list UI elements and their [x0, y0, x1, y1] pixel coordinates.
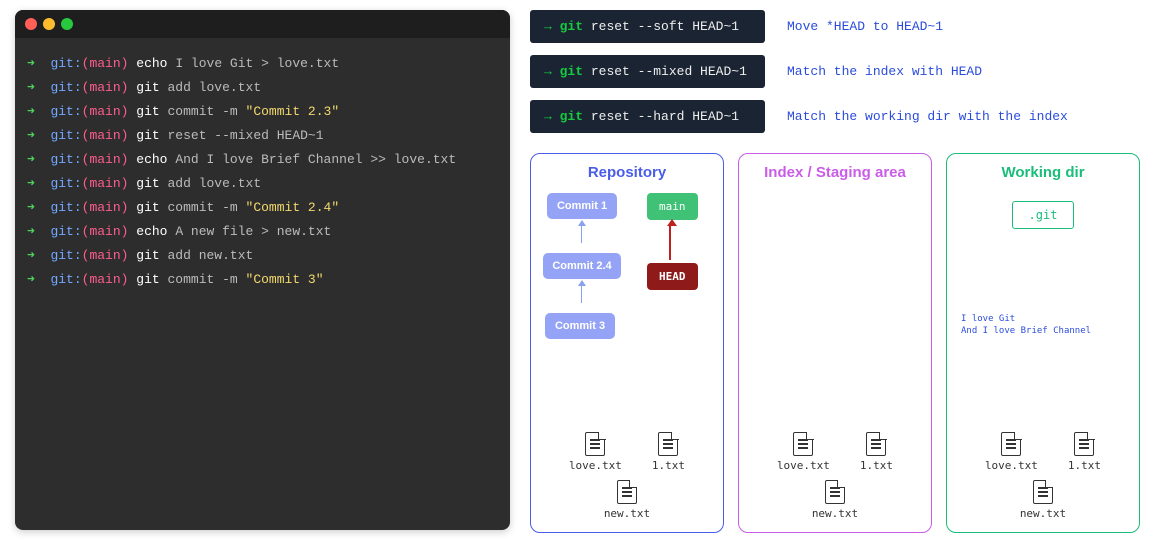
arrow-up-icon	[581, 225, 582, 243]
minimize-icon[interactable]	[43, 18, 55, 30]
terminal-line: ➜ git:(main) echo I love Git > love.txt	[27, 52, 498, 76]
file-item: new.txt	[604, 480, 650, 520]
terminal-titlebar	[15, 10, 510, 38]
commit-node-24: Commit 2.4	[543, 253, 621, 279]
panel-title: Index / Staging area	[747, 164, 923, 181]
file-label: love.txt	[569, 459, 622, 472]
file-label: new.txt	[812, 507, 858, 520]
terminal-line: ➜ git:(main) git add new.txt	[27, 244, 498, 268]
command-pill: → git reset --mixed HEAD~1	[530, 55, 765, 88]
file-icon	[585, 432, 605, 456]
file-label: new.txt	[604, 507, 650, 520]
panel-index: Index / Staging area love.txt 1.txt new.tx…	[738, 153, 932, 533]
terminal-line: ➜ git:(main) echo And I love Brief Chann…	[27, 148, 498, 172]
commit-node-3: Commit 3	[545, 313, 615, 339]
terminal-body[interactable]: ➜ git:(main) echo I love Git > love.txt➜…	[15, 38, 510, 306]
panel-title: Working dir	[955, 164, 1131, 181]
command-description: Match the index with HEAD	[787, 64, 982, 79]
index-files: love.txt 1.txt new.txt	[747, 426, 923, 520]
file-item: 1.txt	[652, 432, 685, 472]
terminal-line: ➜ git:(main) git reset --mixed HEAD~1	[27, 124, 498, 148]
file-label: 1.txt	[1068, 459, 1101, 472]
file-icon	[1001, 432, 1021, 456]
work-files: love.txt 1.txt new.txt	[955, 426, 1131, 520]
arrow-up-icon	[581, 285, 582, 303]
maximize-icon[interactable]	[61, 18, 73, 30]
reset-command-row: → git reset --mixed HEAD~1 Match the inde…	[530, 55, 1140, 88]
working-file-content: I love Git And I love Brief Channel	[955, 314, 1131, 341]
branch-main: main	[647, 193, 698, 220]
file-item: new.txt	[812, 480, 858, 520]
panel-repository: Repository Commit 1 main Commit 2.4 HEAD…	[530, 153, 724, 533]
file-item: love.txt	[777, 432, 830, 472]
reset-command-row: → git reset --soft HEAD~1 Move *HEAD to H…	[530, 10, 1140, 43]
panel-working-dir: Working dir .git I love Git And I love B…	[946, 153, 1140, 533]
file-item: love.txt	[985, 432, 1038, 472]
commit-graph: Commit 1 main Commit 2.4 HEAD Commit 3	[547, 193, 707, 353]
command-description: Move *HEAD to HEAD~1	[787, 19, 943, 34]
file-icon	[1074, 432, 1094, 456]
repo-files: love.txt 1.txt new.txt	[539, 426, 715, 520]
command-description: Match the working dir with the index	[787, 109, 1068, 124]
head-arrow-icon	[669, 225, 671, 260]
terminal-line: ➜ git:(main) git add love.txt	[27, 172, 498, 196]
file-item: 1.txt	[860, 432, 893, 472]
commit-node-1: Commit 1	[547, 193, 617, 219]
file-label: 1.txt	[860, 459, 893, 472]
panel-title: Repository	[539, 164, 715, 181]
reset-commands-list: → git reset --soft HEAD~1 Move *HEAD to H…	[530, 10, 1140, 133]
file-label: new.txt	[1020, 507, 1066, 520]
git-area-panels: Repository Commit 1 main Commit 2.4 HEAD…	[530, 153, 1140, 533]
git-folder: .git	[1012, 201, 1075, 229]
file-label: love.txt	[985, 459, 1038, 472]
terminal-window: ➜ git:(main) echo I love Git > love.txt➜…	[15, 10, 510, 530]
terminal-line: ➜ git:(main) git commit -m "Commit 3"	[27, 268, 498, 292]
close-icon[interactable]	[25, 18, 37, 30]
file-icon	[825, 480, 845, 504]
terminal-line: ➜ git:(main) git add love.txt	[27, 76, 498, 100]
file-icon	[1033, 480, 1053, 504]
file-icon	[617, 480, 637, 504]
reset-command-row: → git reset --hard HEAD~1 Match the worki…	[530, 100, 1140, 133]
terminal-line: ➜ git:(main) echo A new file > new.txt	[27, 220, 498, 244]
terminal-line: ➜ git:(main) git commit -m "Commit 2.3"	[27, 100, 498, 124]
file-item: love.txt	[569, 432, 622, 472]
file-label: 1.txt	[652, 459, 685, 472]
head-label: HEAD	[647, 263, 698, 290]
command-pill: → git reset --hard HEAD~1	[530, 100, 765, 133]
file-icon	[866, 432, 886, 456]
terminal-line: ➜ git:(main) git commit -m "Commit 2.4"	[27, 196, 498, 220]
file-icon	[793, 432, 813, 456]
file-item: 1.txt	[1068, 432, 1101, 472]
command-pill: → git reset --soft HEAD~1	[530, 10, 765, 43]
file-label: love.txt	[777, 459, 830, 472]
file-item: new.txt	[1020, 480, 1066, 520]
file-icon	[658, 432, 678, 456]
